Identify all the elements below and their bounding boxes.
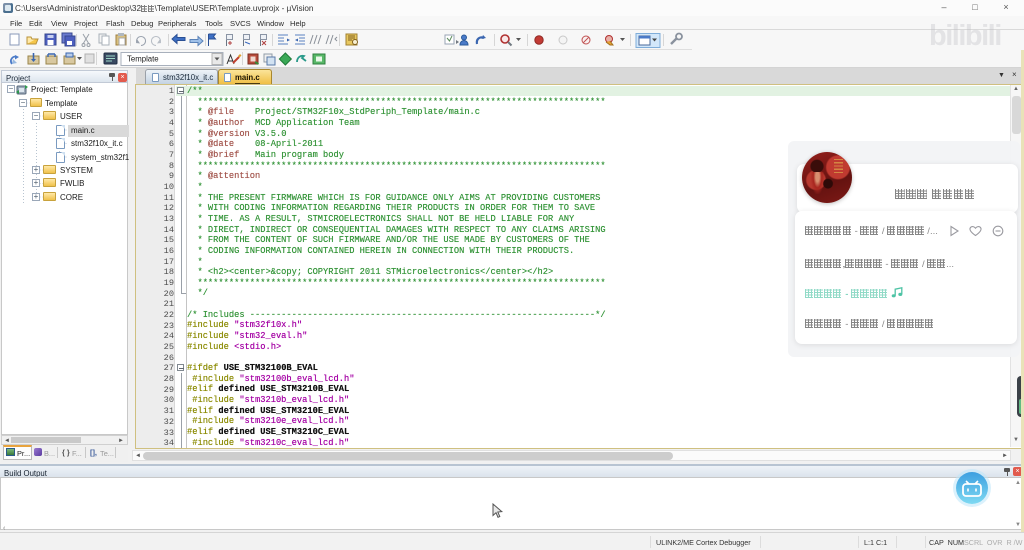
svg-text:Template: Template [127,55,159,64]
